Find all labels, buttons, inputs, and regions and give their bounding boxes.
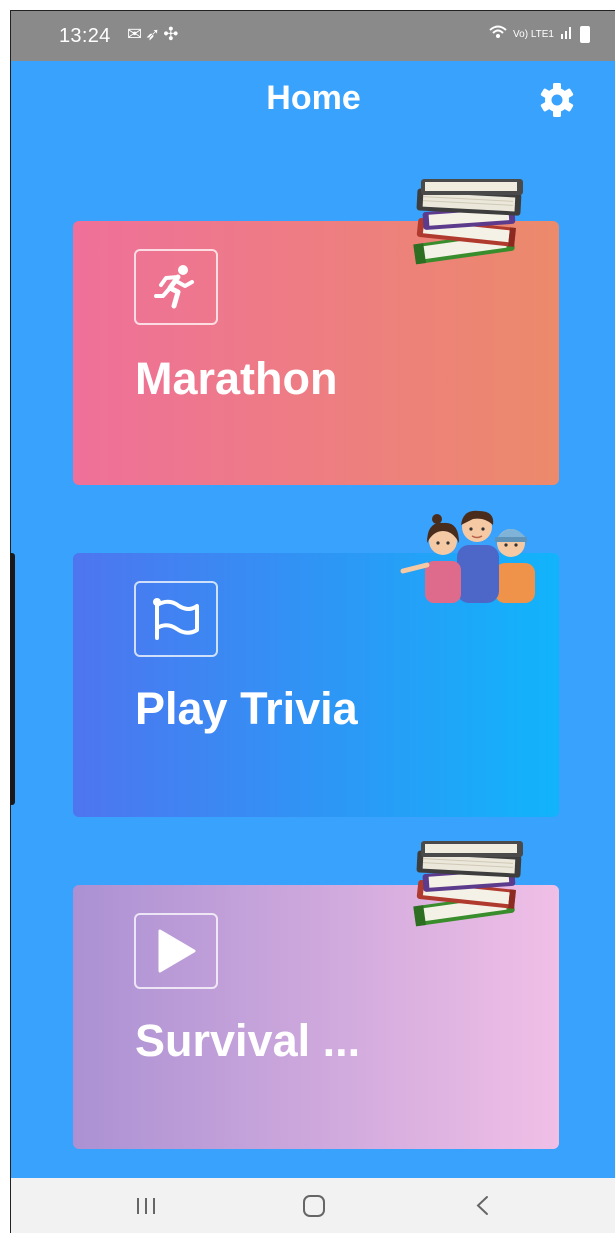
marathon-icon-frame	[134, 249, 218, 325]
bird-icon: ➶	[145, 24, 164, 44]
trivia-icon-frame	[134, 581, 218, 657]
notification-icons: ✉➶✣	[127, 24, 181, 45]
people-group-icon	[400, 510, 535, 603]
home-button[interactable]	[274, 1178, 354, 1233]
back-icon	[476, 1196, 488, 1215]
status-time: 13:24	[59, 25, 111, 47]
recent-apps-button[interactable]	[106, 1178, 186, 1233]
system-nav-bar	[11, 1178, 615, 1233]
home-icon	[303, 1195, 325, 1217]
battery-icon	[580, 25, 590, 43]
fan-icon: ✣	[163, 24, 182, 44]
recent-apps-icon	[137, 1198, 155, 1214]
survival-icon-frame	[134, 913, 218, 989]
network-label: Vo) LTE1	[513, 28, 554, 40]
wifi-icon	[489, 25, 507, 43]
page-title: Home	[266, 79, 361, 117]
running-person-icon	[154, 265, 194, 309]
marathon-label: Marathon	[135, 353, 338, 404]
gear-icon	[540, 83, 574, 117]
mail-icon: ✉	[127, 24, 146, 44]
status-bar: 13:24 ✉➶✣ Vo) LTE1	[11, 11, 615, 61]
books-icon	[413, 179, 523, 265]
survival-label: Survival ...	[135, 1015, 361, 1066]
status-right: Vo) LTE1	[489, 25, 590, 43]
settings-button[interactable]	[539, 82, 575, 118]
back-button[interactable]	[443, 1178, 523, 1233]
play-trivia-label: Play Trivia	[135, 683, 358, 734]
side-volume-button	[10, 553, 15, 805]
top-bar: Home	[11, 61, 615, 141]
play-icon	[158, 929, 196, 973]
books-icon	[413, 841, 523, 927]
app-screen: 13:24 ✉➶✣ Vo) LTE1 Home Marathon Play Tr…	[10, 10, 615, 1233]
flag-icon	[153, 598, 199, 640]
signal-icon	[560, 25, 574, 43]
